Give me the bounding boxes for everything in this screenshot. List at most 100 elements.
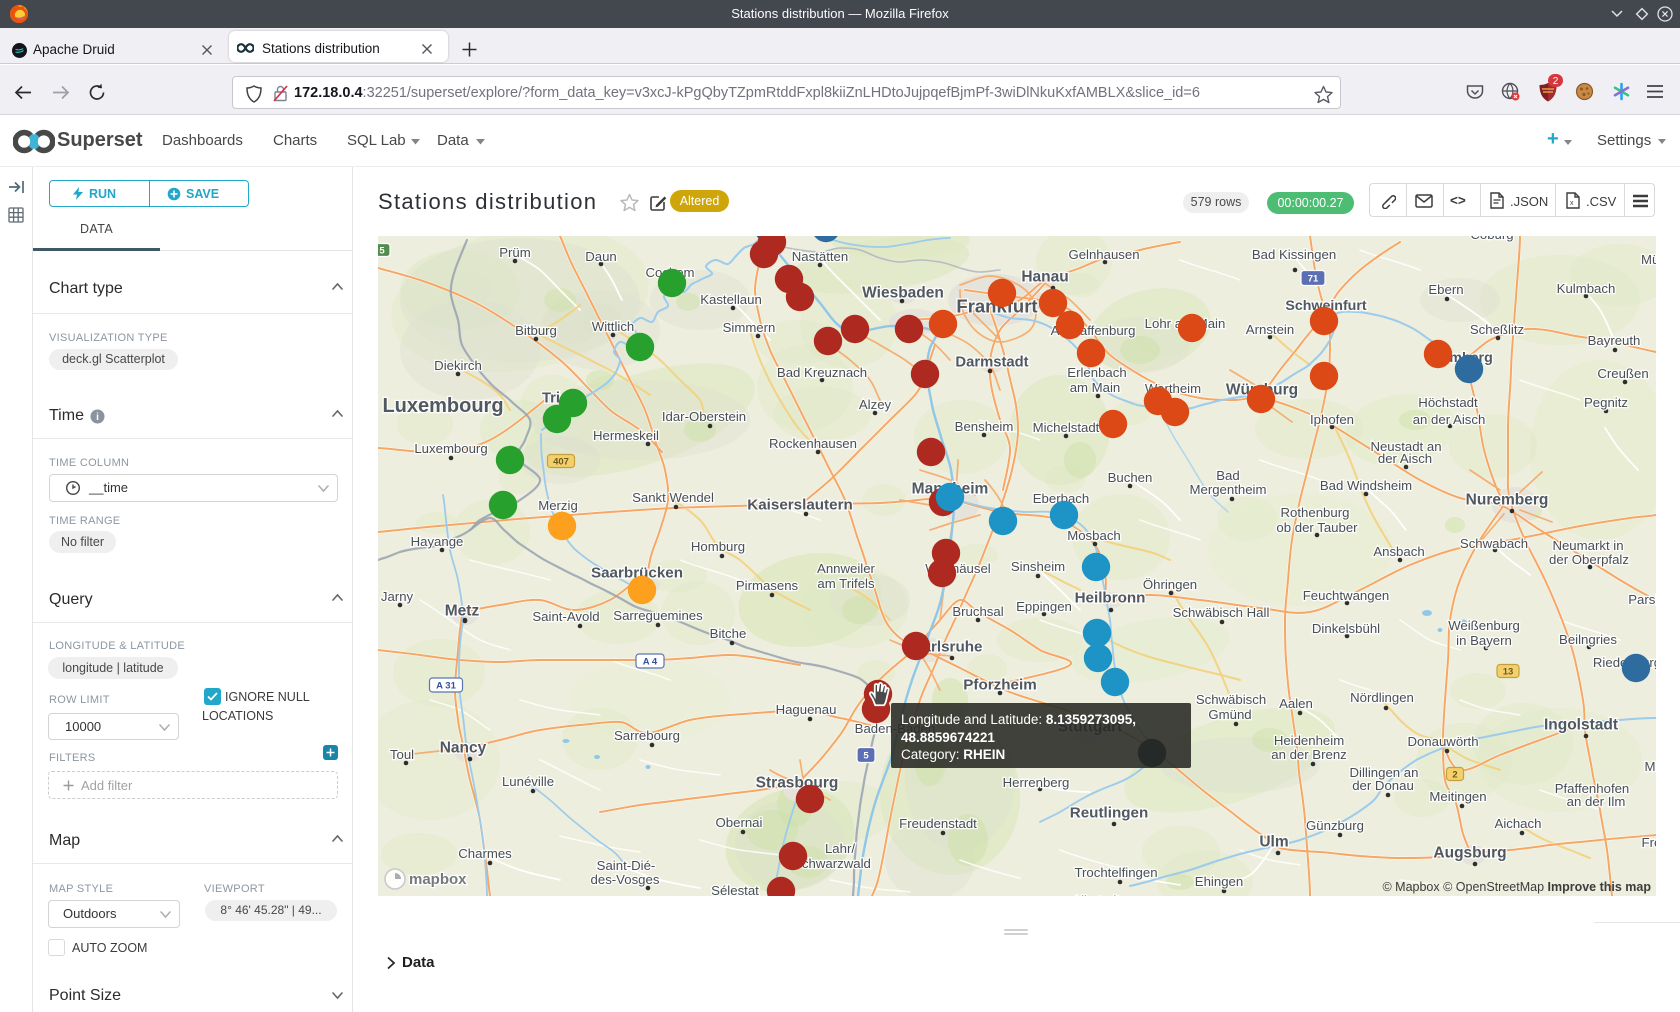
svg-text:Coburg: Coburg <box>1470 236 1513 242</box>
svg-text:Kulmbach: Kulmbach <box>1557 281 1616 296</box>
svg-text:Scheßlitz: Scheßlitz <box>1470 322 1524 337</box>
svg-text:Luxembourg: Luxembourg <box>414 441 487 456</box>
svg-text:an der Brenz: an der Brenz <box>1271 747 1347 762</box>
svg-text:Feuchtwangen: Feuchtwangen <box>1303 588 1390 603</box>
svg-text:Buchen: Buchen <box>1108 470 1153 485</box>
svg-text:2: 2 <box>1553 76 1559 87</box>
svg-text:Sankt Wendel: Sankt Wendel <box>632 490 714 505</box>
svg-text:Idar-Oberstein: Idar-Oberstein <box>662 409 746 424</box>
svg-text:Bad Kissingen: Bad Kissingen <box>1252 247 1336 262</box>
svg-text:Rockenhausen: Rockenhausen <box>769 436 857 451</box>
svg-text:Nördlingen: Nördlingen <box>1350 690 1414 705</box>
svg-text:Bad Kreuznach: Bad Kreuznach <box>777 365 867 380</box>
svg-text:Meitingen: Meitingen <box>1429 789 1486 804</box>
svg-text:Bayreuth: Bayreuth <box>1588 333 1641 348</box>
svg-text:Sélestat: Sélestat <box>711 883 759 896</box>
svg-text:Münchberg: Münchberg <box>1641 252 1656 267</box>
svg-text:Ehingen: Ehingen <box>1195 874 1243 889</box>
svg-text:Arnstein: Arnstein <box>1246 322 1294 337</box>
svg-text:Freising: Freising <box>1642 835 1656 850</box>
svg-text:Merzig: Merzig <box>538 498 578 513</box>
svg-text:Günzburg: Günzburg <box>1306 818 1364 833</box>
svg-text:A 31: A 31 <box>436 680 456 691</box>
svg-text:Haguenau: Haguenau <box>776 702 837 717</box>
svg-text:Saint-Dié-: Saint-Dié- <box>597 858 656 873</box>
svg-text:Aalen: Aalen <box>1279 696 1313 711</box>
svg-text:Rothenburg: Rothenburg <box>1281 505 1350 520</box>
svg-text:Charmes: Charmes <box>458 846 512 861</box>
svg-text:Reutlingen: Reutlingen <box>1070 805 1148 822</box>
svg-text:Sarrebourg: Sarrebourg <box>614 728 680 743</box>
svg-text:407: 407 <box>553 456 569 467</box>
svg-text:Mosbach: Mosbach <box>1067 528 1121 543</box>
svg-text:Strasbourg: Strasbourg <box>756 775 839 792</box>
svg-text:Beilngries: Beilngries <box>1559 632 1617 647</box>
svg-text:5: 5 <box>863 750 869 761</box>
svg-text:Pegnitz: Pegnitz <box>1584 395 1628 410</box>
svg-text:Simmern: Simmern <box>723 320 776 335</box>
svg-text:Daun: Daun <box>585 249 617 264</box>
svg-text:Donauwörth: Donauwörth <box>1407 734 1478 749</box>
svg-text:Ulm: Ulm <box>1259 834 1288 851</box>
svg-text:Aichach: Aichach <box>1495 816 1542 831</box>
svg-text:Hermeskeil: Hermeskeil <box>593 428 659 443</box>
svg-text:Annweiler: Annweiler <box>817 561 876 576</box>
svg-text:am Trifels: am Trifels <box>817 576 875 591</box>
svg-text:Neumarkt in: Neumarkt in <box>1552 538 1623 553</box>
svg-text:Kaiserslautern: Kaiserslautern <box>747 497 853 514</box>
svg-text:an der Aisch: an der Aisch <box>1413 412 1486 427</box>
svg-text:Pirmasens: Pirmasens <box>736 578 799 593</box>
svg-text:Sarreguemines: Sarreguemines <box>613 608 703 623</box>
svg-text:Luxembourg: Luxembourg <box>382 395 503 417</box>
svg-text:Augsburg: Augsburg <box>1433 845 1506 862</box>
svg-text:Alzey: Alzey <box>859 397 892 412</box>
svg-text:Dinkelsbühl: Dinkelsbühl <box>1312 621 1380 636</box>
svg-text:Bad Windsheim: Bad Windsheim <box>1320 478 1412 493</box>
svg-text:der Aisch: der Aisch <box>1378 451 1432 466</box>
svg-text:Trochtelfingen: Trochtelfingen <box>1074 865 1157 880</box>
svg-text:Homburg: Homburg <box>691 539 745 554</box>
svg-text:Schwäbisch: Schwäbisch <box>1196 692 1266 707</box>
svg-text:Diekirch: Diekirch <box>434 358 482 373</box>
svg-text:Erlenbach: Erlenbach <box>1067 365 1126 380</box>
svg-text:Gelnhausen: Gelnhausen <box>1068 247 1139 262</box>
svg-text:Schwabach: Schwabach <box>1460 536 1528 551</box>
svg-text:Eppingen: Eppingen <box>1016 599 1072 614</box>
svg-text:Hanau: Hanau <box>1021 269 1068 286</box>
svg-text:Obernai: Obernai <box>716 815 763 830</box>
svg-text:Lahr/: Lahr/ <box>825 841 855 856</box>
svg-text:Michelstadt: Michelstadt <box>1033 420 1100 435</box>
svg-text:Wiesbaden: Wiesbaden <box>862 285 944 302</box>
svg-text:A 4: A 4 <box>643 656 658 667</box>
svg-text:Nastätten: Nastätten <box>792 249 848 264</box>
svg-text:Wittlich: Wittlich <box>592 319 635 334</box>
svg-text:Sinsheim: Sinsheim <box>1011 559 1065 574</box>
svg-text:x: x <box>1570 200 1574 207</box>
svg-text:Bruchsal: Bruchsal <box>952 604 1003 619</box>
svg-text:Ebern: Ebern <box>1428 282 1463 297</box>
svg-text:71: 71 <box>1308 273 1319 284</box>
svg-text:des-Vosges: des-Vosges <box>591 872 660 887</box>
svg-text:i: i <box>96 412 99 423</box>
svg-text:13: 13 <box>1503 666 1514 677</box>
svg-text:Saint-Avold: Saint-Avold <box>532 609 599 624</box>
svg-text:der Donau: der Donau <box>1352 778 1414 793</box>
svg-text:Darmstadt: Darmstadt <box>955 354 1028 370</box>
svg-text:ob der Tauber: ob der Tauber <box>1276 520 1358 535</box>
svg-text:Mergentheim: Mergentheim <box>1190 482 1267 497</box>
svg-text:mapbox: mapbox <box>409 871 467 888</box>
svg-text:2: 2 <box>1452 769 1457 780</box>
svg-text:Freudenstadt: Freudenstadt <box>899 816 977 831</box>
svg-text:Nuremberg: Nuremberg <box>1466 492 1549 509</box>
svg-text:der Oberpfalz: der Oberpfalz <box>1549 552 1629 567</box>
svg-text:Weißenburg: Weißenburg <box>1448 618 1520 633</box>
svg-text:Bitburg: Bitburg <box>515 323 557 338</box>
svg-text:an der Ilm: an der Ilm <box>1567 794 1626 809</box>
svg-text:© Mapbox © OpenStreetMap Impro: © Mapbox © OpenStreetMap Improve this ma… <box>1382 880 1651 894</box>
svg-text:Heilbronn: Heilbronn <box>1075 590 1146 607</box>
svg-text:Pforzheim: Pforzheim <box>963 677 1036 694</box>
svg-text:Gmünd: Gmünd <box>1208 707 1251 722</box>
svg-text:Bad: Bad <box>1216 468 1239 483</box>
svg-text:Mainburg: Mainburg <box>1645 759 1656 774</box>
svg-text:Lunéville: Lunéville <box>502 774 554 789</box>
